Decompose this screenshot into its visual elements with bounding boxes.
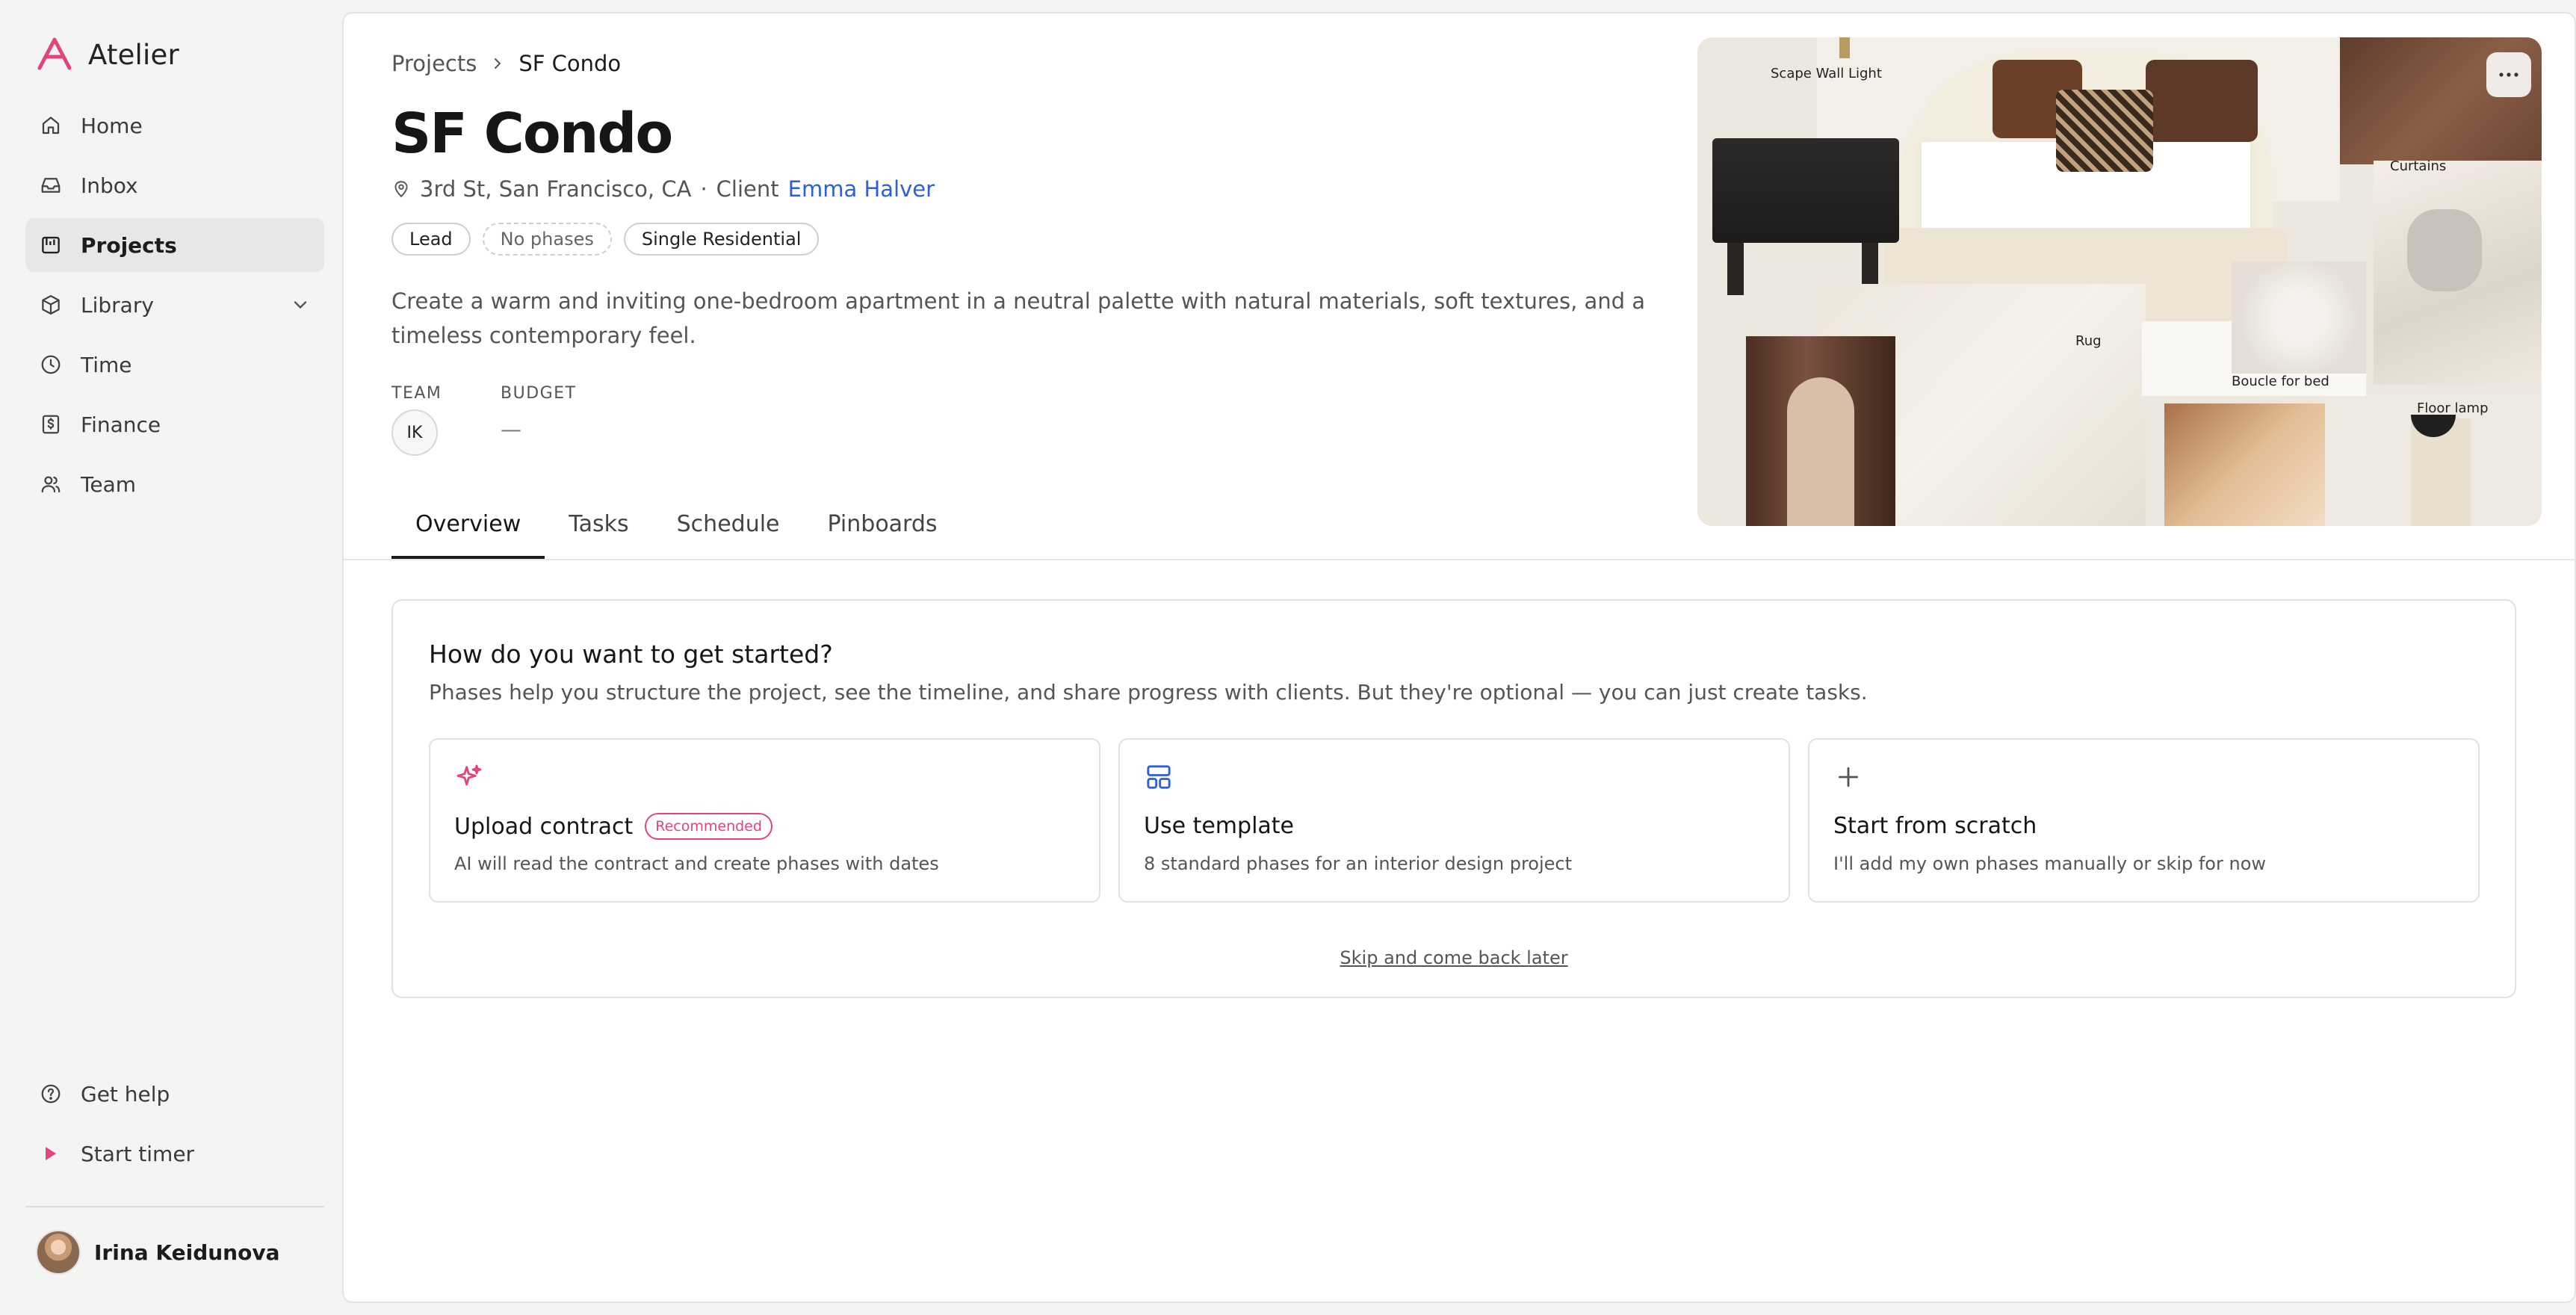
get-started-subtitle: Phases help you structure the project, s…	[429, 680, 1868, 705]
project-meta: 3rd St, San Francisco, CA · Client Emma …	[391, 176, 935, 202]
sparkle-icon	[456, 764, 482, 786]
budget-label: BUDGET	[501, 384, 577, 403]
sidebar: Atelier Home Inbox Projects Library Time…	[0, 0, 342, 1315]
project-description: Create a warm and inviting one-bedroom a…	[391, 288, 1646, 348]
option-title: Upload contract	[454, 813, 634, 840]
moodboard-more-button[interactable]	[2486, 52, 2531, 97]
budget-value[interactable]: —	[501, 417, 521, 442]
status-tag[interactable]: Lead	[391, 223, 471, 256]
brand[interactable]: Atelier	[36, 31, 179, 78]
tab-tasks[interactable]: Tasks	[545, 489, 652, 559]
project-tabs: Overview Tasks Schedule Pinboards	[391, 489, 962, 559]
projects-icon	[39, 233, 63, 257]
finance-icon	[39, 412, 63, 436]
sidebar-bottom: Get help Start timer	[25, 1067, 324, 1186]
team-icon	[39, 472, 63, 496]
location-pin-icon	[394, 181, 408, 198]
sidebar-item-team[interactable]: Team	[25, 457, 324, 511]
project-location: 3rd St, San Francisco, CA	[420, 176, 692, 202]
project-type-tag[interactable]: Single Residential	[623, 223, 820, 256]
sidebar-item-label: Time	[81, 352, 132, 377]
sidebar-item-finance[interactable]: Finance	[25, 397, 324, 451]
start-timer-button[interactable]: Start timer	[25, 1127, 324, 1181]
moodboard-label: Floor lamp	[2417, 400, 2489, 416]
project-tags: Lead No phases Single Residential	[391, 223, 820, 256]
clock-icon	[39, 353, 63, 377]
chevron-right-icon	[495, 58, 501, 69]
get-started-card: How do you want to get started? Phases h…	[391, 599, 2516, 998]
client-label: Client	[716, 176, 779, 202]
option-title: Start from scratch	[1833, 813, 2037, 839]
option-description: 8 standard phases for an interior design…	[1144, 853, 1573, 874]
skip-link[interactable]: Skip and come back later	[393, 947, 2515, 968]
sidebar-item-label: Finance	[81, 412, 161, 437]
tab-schedule[interactable]: Schedule	[653, 489, 804, 559]
sidebar-nav: Home Inbox Projects Library Time Finance…	[25, 99, 324, 517]
sidebar-divider	[25, 1206, 324, 1207]
get-started-options: Upload contract Recommended AI will read…	[429, 738, 2480, 903]
library-icon	[39, 293, 63, 317]
tabs-divider	[344, 559, 2575, 560]
moodboard-label: Curtains	[2390, 158, 2447, 174]
template-icon	[1147, 765, 1171, 789]
more-horizontal-icon	[2499, 72, 2518, 77]
phases-tag[interactable]: No phases	[482, 223, 612, 256]
moodboard-label: Boucle for bed	[2232, 374, 2329, 389]
user-avatar	[36, 1230, 81, 1275]
help-icon	[39, 1082, 63, 1106]
option-description: AI will read the contract and create pha…	[454, 853, 939, 874]
chevron-down-icon[interactable]	[290, 294, 311, 315]
start-from-scratch-option[interactable]: Start from scratch I'll add my own phase…	[1808, 738, 2480, 903]
sidebar-item-label: Team	[81, 471, 137, 497]
get-help-label: Get help	[81, 1081, 170, 1107]
team-label: TEAM	[391, 384, 442, 403]
inbox-icon	[39, 173, 63, 197]
start-timer-label: Start timer	[81, 1141, 195, 1166]
app-name: Atelier	[88, 38, 179, 71]
meta-separator: ·	[700, 176, 708, 202]
moodboard-label: Scape Wall Light	[1771, 66, 1882, 81]
play-icon	[39, 1142, 63, 1166]
plus-icon	[1838, 767, 1859, 788]
sidebar-item-library[interactable]: Library	[25, 278, 324, 332]
tab-pinboards[interactable]: Pinboards	[804, 489, 962, 559]
sidebar-item-home[interactable]: Home	[25, 99, 324, 152]
atelier-logo-icon	[37, 37, 72, 70]
option-title: Use template	[1144, 813, 1295, 839]
project-page: Projects SF Condo SF Condo 3rd St, San F…	[342, 12, 2576, 1303]
page-title: SF Condo	[391, 102, 673, 166]
option-description: I'll add my own phases manually or skip …	[1833, 853, 2267, 874]
breadcrumb-projects-link[interactable]: Projects	[391, 51, 477, 76]
client-name-link[interactable]: Emma Halver	[788, 176, 935, 202]
user-menu[interactable]: Irina Keidunova	[36, 1230, 280, 1275]
team-member-avatar[interactable]: IK	[391, 409, 438, 456]
moodboard-label: Rug	[2075, 333, 2102, 349]
get-help-button[interactable]: Get help	[25, 1067, 324, 1121]
project-moodboard[interactable]: Scape Wall Light Curtains Rug Boucle for…	[1697, 37, 2542, 526]
get-started-title: How do you want to get started?	[429, 640, 833, 669]
upload-contract-option[interactable]: Upload contract Recommended AI will read…	[429, 738, 1100, 903]
recommended-badge: Recommended	[645, 813, 773, 840]
sidebar-item-label: Inbox	[81, 173, 138, 198]
sidebar-item-label: Home	[81, 113, 143, 138]
breadcrumb-current: SF Condo	[518, 51, 622, 76]
sidebar-item-inbox[interactable]: Inbox	[25, 158, 324, 212]
home-icon	[39, 114, 63, 137]
tab-overview[interactable]: Overview	[391, 489, 545, 559]
sidebar-item-label: Projects	[81, 232, 177, 258]
breadcrumb: Projects SF Condo	[391, 51, 621, 76]
sidebar-item-label: Library	[81, 292, 154, 318]
use-template-option[interactable]: Use template 8 standard phases for an in…	[1118, 738, 1790, 903]
sidebar-item-projects[interactable]: Projects	[25, 218, 324, 272]
sidebar-item-time[interactable]: Time	[25, 338, 324, 392]
user-name: Irina Keidunova	[94, 1240, 280, 1265]
